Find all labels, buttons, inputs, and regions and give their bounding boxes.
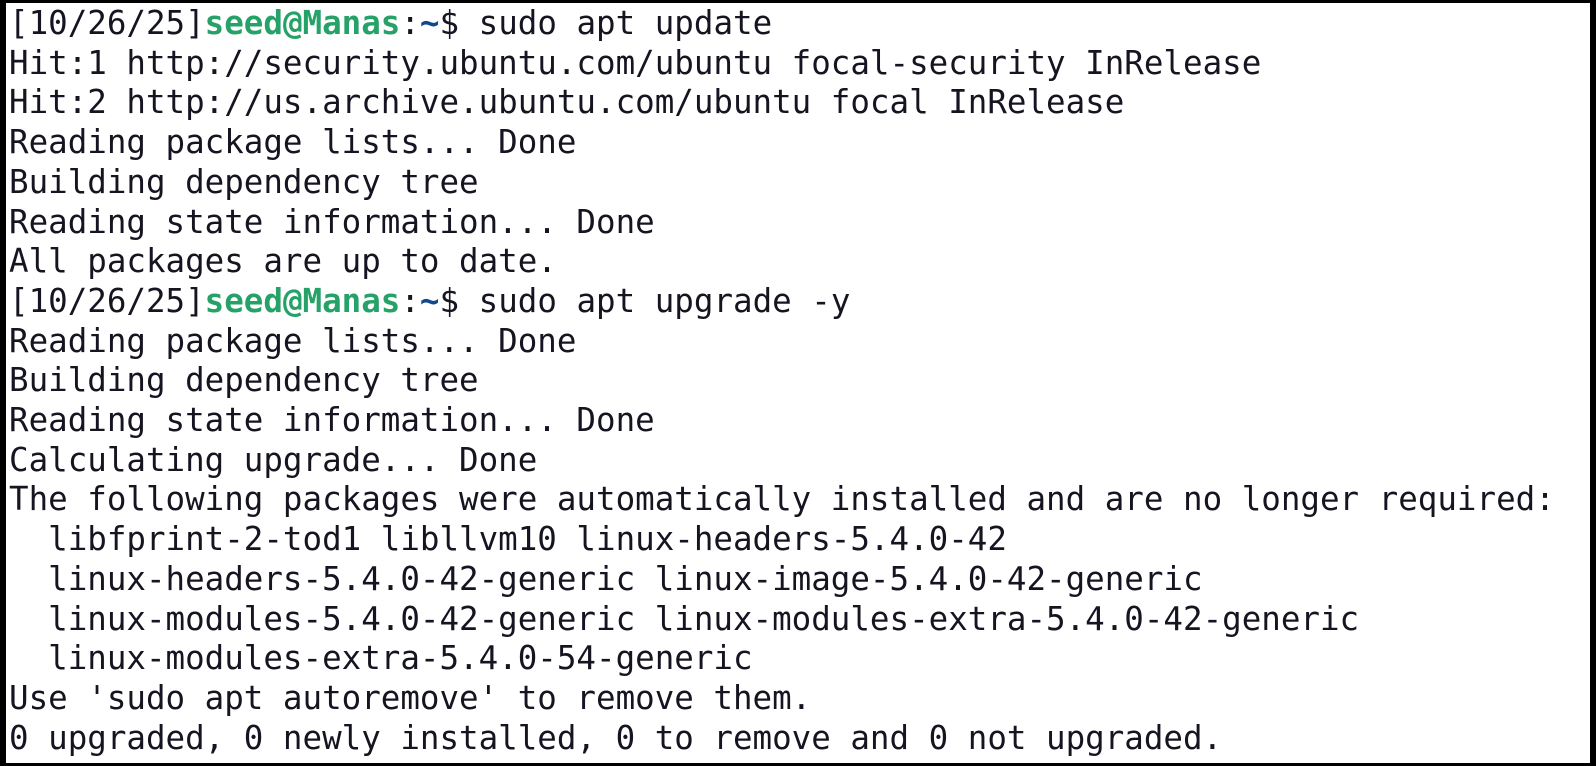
output-line: Use 'sudo apt autoremove' to remove them… [9, 678, 812, 717]
output-line: Hit:2 http://us.archive.ubuntu.com/ubunt… [9, 83, 1125, 122]
terminal-window: [10/26/25]seed@Manas:~$ sudo apt update H… [0, 0, 1596, 766]
output-line: Reading package lists... Done [9, 123, 577, 162]
prompt-line: [10/26/25]seed@Manas:~$ sudo apt update [9, 3, 772, 43]
output-line: The following packages were automaticall… [9, 480, 1555, 519]
command-text: sudo apt upgrade -y [478, 281, 851, 320]
prompt-separator: : [400, 4, 420, 42]
output-line: Building dependency tree [9, 162, 479, 201]
output-line: linux-modules-extra-5.4.0-54-generic [9, 639, 753, 678]
output-line: libfprint-2-tod1 libllvm10 linux-headers… [9, 520, 1007, 559]
prompt-user-host: seed@Manas [204, 4, 401, 42]
prompt-separator: : [400, 281, 420, 320]
output-line: Reading package lists... Done [9, 321, 577, 360]
output-line: linux-headers-5.4.0-42-generic linux-ima… [9, 559, 1203, 598]
terminal-output[interactable]: [10/26/25]seed@Manas:~$ sudo apt update H… [6, 3, 1590, 763]
prompt-line: [10/26/25]seed@Manas:~$ sudo apt upgrade… [9, 281, 850, 321]
output-line: Reading state information... Done [9, 401, 655, 439]
output-line: linux-modules-5.4.0-42-generic linux-mod… [9, 599, 1360, 638]
output-line: Building dependency tree [9, 361, 479, 400]
prompt-user-host: seed@Manas [204, 281, 401, 320]
command-text: sudo apt update [478, 4, 773, 42]
output-line: 0 upgraded, 0 newly installed, 0 to remo… [9, 718, 1223, 757]
prompt-date: [10/26/25] [9, 4, 205, 42]
prompt-symbol: $ [439, 281, 479, 320]
output-line: Hit:1 http://security.ubuntu.com/ubuntu … [9, 43, 1262, 82]
output-line: All packages are up to date. [9, 242, 557, 281]
output-line: Calculating upgrade... Done [9, 440, 538, 479]
output-line: Reading state information... Done [9, 202, 655, 241]
prompt-symbol: $ [439, 4, 479, 42]
prompt-date: [10/26/25] [9, 281, 205, 320]
prompt-cwd: ~ [419, 281, 440, 320]
prompt-cwd: ~ [419, 4, 440, 42]
